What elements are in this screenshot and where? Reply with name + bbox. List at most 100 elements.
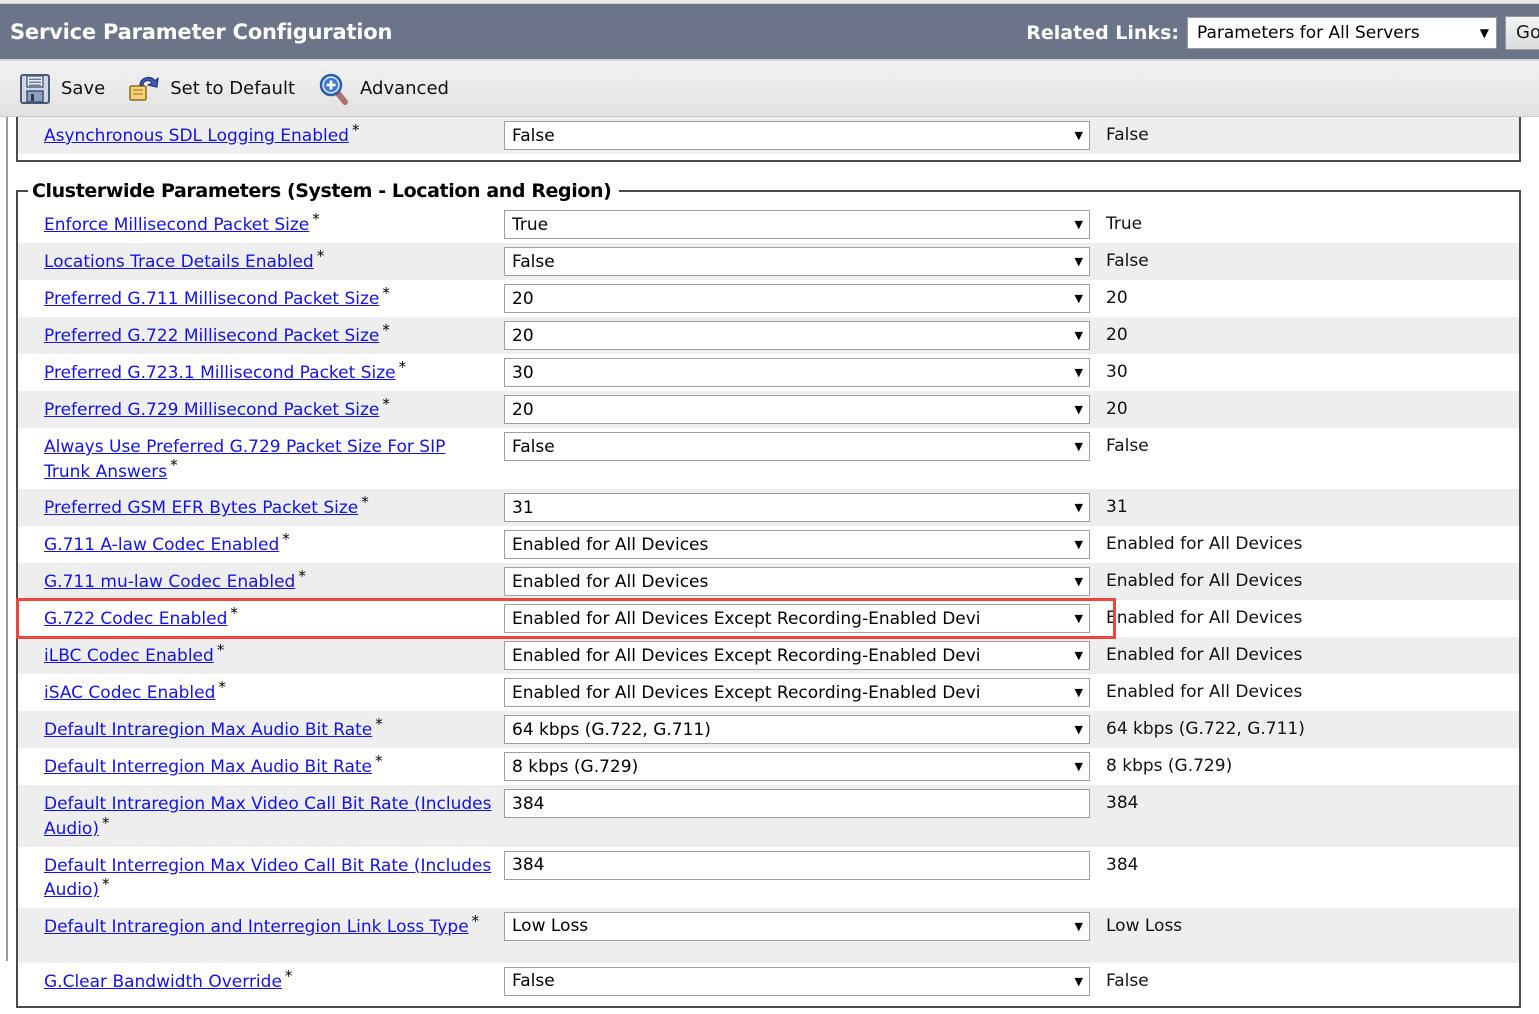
parameter-select[interactable]: 30 ▼ xyxy=(504,358,1090,387)
parameter-name-cell: G.722 Codec Enabled * xyxy=(18,600,502,637)
parameter-row: G.722 Codec Enabled * Enabled for All Devi… xyxy=(18,600,1519,638)
parameter-select[interactable]: 20 ▼ xyxy=(504,321,1090,350)
parameter-name-cell: Default Interregion Max Audio Bit Rate * xyxy=(18,748,502,785)
chevron-down-icon: ▼ xyxy=(1074,649,1083,663)
parameter-name-cell: G.711 A-law Codec Enabled * xyxy=(18,526,502,563)
parameter-name-link[interactable]: Enforce Millisecond Packet Size xyxy=(44,215,309,235)
parameter-control-cell: 384 xyxy=(502,847,1098,884)
set-to-default-button-label: Set to Default xyxy=(170,78,296,99)
parameter-default-value: False xyxy=(1106,251,1149,271)
parameter-name-cell: Preferred G.723.1 Millisecond Packet Siz… xyxy=(18,354,502,391)
parameter-select-value: True xyxy=(512,214,549,235)
chevron-down-icon: ▼ xyxy=(1074,292,1083,305)
parameter-default-value: Enabled for All Devices xyxy=(1106,534,1303,555)
parameter-row: Asynchronous SDL Logging Enabled * False ▼ F… xyxy=(18,117,1519,154)
parameter-select[interactable]: Low Loss ▼ xyxy=(504,911,1090,941)
header-right-controls: Related Links: Parameters for All Server… xyxy=(1026,4,1539,61)
save-icon xyxy=(18,72,52,106)
parameter-name-link[interactable]: G.711 A-law Codec Enabled xyxy=(44,535,279,555)
chevron-down-icon: ▼ xyxy=(1074,366,1083,379)
parameter-name-cell: Preferred G.729 Millisecond Packet Size * xyxy=(18,391,502,428)
parameter-select-value: Low Loss xyxy=(512,916,589,937)
parameter-select[interactable]: Enabled for All Devices ▼ xyxy=(504,567,1090,597)
parameter-select[interactable]: Enabled for All Devices Except Recording… xyxy=(504,604,1090,634)
parameter-row: Preferred G.711 Millisecond Packet Size *… xyxy=(18,280,1519,317)
parameter-select[interactable]: Enabled for All Devices ▼ xyxy=(504,530,1090,560)
parameter-name-link[interactable]: Preferred G.722 Millisecond Packet Size xyxy=(44,326,379,346)
parameter-row: G.711 A-law Codec Enabled * Enabled for Al… xyxy=(18,526,1519,564)
parameter-select[interactable]: False ▼ xyxy=(504,966,1090,996)
parameter-select[interactable]: True ▼ xyxy=(504,210,1090,239)
required-asterisk: * xyxy=(312,209,320,228)
parameter-name-link[interactable]: G.711 mu-law Codec Enabled xyxy=(44,572,295,592)
parameter-row: iLBC Codec Enabled * Enabled for All Devic… xyxy=(18,637,1519,675)
parameter-row: G.Clear Bandwidth Override * False ▼ False xyxy=(18,962,1519,1000)
parameter-name-link[interactable]: Preferred G.723.1 Millisecond Packet Siz… xyxy=(44,363,396,383)
parameter-default-value: 64 kbps (G.722, G.711) xyxy=(1106,719,1305,740)
parameter-name-cell: iSAC Codec Enabled * xyxy=(18,674,502,711)
parameter-select[interactable]: False ▼ xyxy=(504,121,1090,150)
parameter-name-link[interactable]: Default Interregion Max Audio Bit Rate xyxy=(44,757,372,777)
advanced-button[interactable]: Advanced xyxy=(313,68,463,110)
required-asterisk: * xyxy=(351,120,360,139)
required-asterisk: * xyxy=(316,246,325,265)
parameter-group: Clusterwide Parameters (System - Locatio… xyxy=(16,180,1521,1008)
parameter-text-input[interactable]: 384 xyxy=(504,789,1090,819)
related-links-selected-value: Parameters for All Servers xyxy=(1197,22,1420,43)
parameter-select-value: Enabled for All Devices Except Recording… xyxy=(512,645,981,666)
parameter-row: Locations Trace Details Enabled * False ▼ Fa… xyxy=(18,243,1519,280)
parameter-select[interactable]: 8 kbps (G.729) ▼ xyxy=(504,752,1090,782)
parameter-default-value: 30 xyxy=(1106,362,1128,382)
parameter-select[interactable]: 31 ▼ xyxy=(504,493,1090,523)
parameter-select[interactable]: 20 ▼ xyxy=(504,395,1090,424)
chevron-down-icon: ▼ xyxy=(1074,760,1083,774)
parameter-groups-container: Asynchronous SDL Logging Enabled * False ▼ F… xyxy=(8,117,1539,1008)
parameter-text-input[interactable]: 384 xyxy=(504,850,1090,880)
parameter-select[interactable]: Enabled for All Devices Except Recording… xyxy=(504,641,1090,671)
parameter-control-cell: 64 kbps (G.722, G.711) ▼ xyxy=(502,711,1098,748)
required-asterisk: * xyxy=(382,394,390,413)
related-links-select[interactable]: Parameters for All Servers ▼ xyxy=(1187,16,1497,49)
parameter-name-link[interactable]: Default Intraregion Max Video Call Bit R… xyxy=(44,794,491,839)
chevron-down-icon: ▼ xyxy=(1074,575,1083,589)
parameter-name-link[interactable]: Default Intraregion Max Audio Bit Rate xyxy=(44,720,372,740)
parameter-select[interactable]: Enabled for All Devices Except Recording… xyxy=(504,678,1090,708)
parameter-select-value: 20 xyxy=(512,399,534,420)
parameter-select-value: False xyxy=(512,125,555,146)
parameter-name-link[interactable]: Asynchronous SDL Logging Enabled xyxy=(44,126,349,146)
parameter-select[interactable]: 20 ▼ xyxy=(504,284,1090,313)
set-to-default-button[interactable]: Set to Default xyxy=(123,68,309,110)
parameter-default-value: False xyxy=(1106,970,1149,991)
parameter-name-link[interactable]: G.722 Codec Enabled xyxy=(44,609,227,629)
parameter-row: Always Use Preferred G.729 Packet Size F… xyxy=(18,428,1519,490)
parameter-name-link[interactable]: Default Intraregion and Interregion Link… xyxy=(44,917,469,937)
parameter-default-value: Low Loss xyxy=(1106,915,1183,936)
parameter-control-cell: 31 ▼ xyxy=(502,489,1098,526)
parameter-control-cell: Enabled for All Devices ▼ xyxy=(502,563,1098,600)
parameter-row: Preferred G.729 Millisecond Packet Size *… xyxy=(18,391,1519,428)
parameter-row: Preferred G.722 Millisecond Packet Size *… xyxy=(18,317,1519,354)
parameter-name-link[interactable]: iLBC Codec Enabled xyxy=(44,646,214,666)
parameter-name-link[interactable]: Default Interregion Max Video Call Bit R… xyxy=(44,856,491,901)
parameter-select[interactable]: False ▼ xyxy=(504,432,1090,461)
required-asterisk: * xyxy=(284,966,293,985)
parameter-name-link[interactable]: Always Use Preferred G.729 Packet Size F… xyxy=(44,437,445,482)
parameter-name-cell: Default Intraregion Max Audio Bit Rate * xyxy=(18,711,502,748)
parameter-name-link[interactable]: G.Clear Bandwidth Override xyxy=(44,972,282,992)
parameter-name-link[interactable]: Locations Trace Details Enabled xyxy=(44,252,314,272)
parameter-default-value: Enabled for All Devices xyxy=(1106,571,1303,592)
parameter-name-link[interactable]: Preferred G.711 Millisecond Packet Size xyxy=(44,289,379,309)
parameter-default-value: False xyxy=(1106,125,1149,145)
parameter-select-value: Enabled for All Devices xyxy=(512,571,709,592)
parameter-default-value: 384 xyxy=(1106,793,1139,814)
chevron-down-icon: ▼ xyxy=(1074,538,1083,552)
parameter-select[interactable]: False ▼ xyxy=(504,247,1090,276)
parameter-name-link[interactable]: Preferred GSM EFR Bytes Packet Size xyxy=(44,498,358,518)
parameter-name-link[interactable]: Preferred G.729 Millisecond Packet Size xyxy=(44,400,379,420)
go-button[interactable]: Go xyxy=(1505,15,1539,50)
parameter-name-link[interactable]: iSAC Codec Enabled xyxy=(44,683,215,703)
parameter-default-value: Enabled for All Devices xyxy=(1106,682,1303,703)
save-button[interactable]: Save xyxy=(14,68,119,110)
advanced-magnifier-icon xyxy=(317,72,351,106)
parameter-select[interactable]: 64 kbps (G.722, G.711) ▼ xyxy=(504,715,1090,745)
